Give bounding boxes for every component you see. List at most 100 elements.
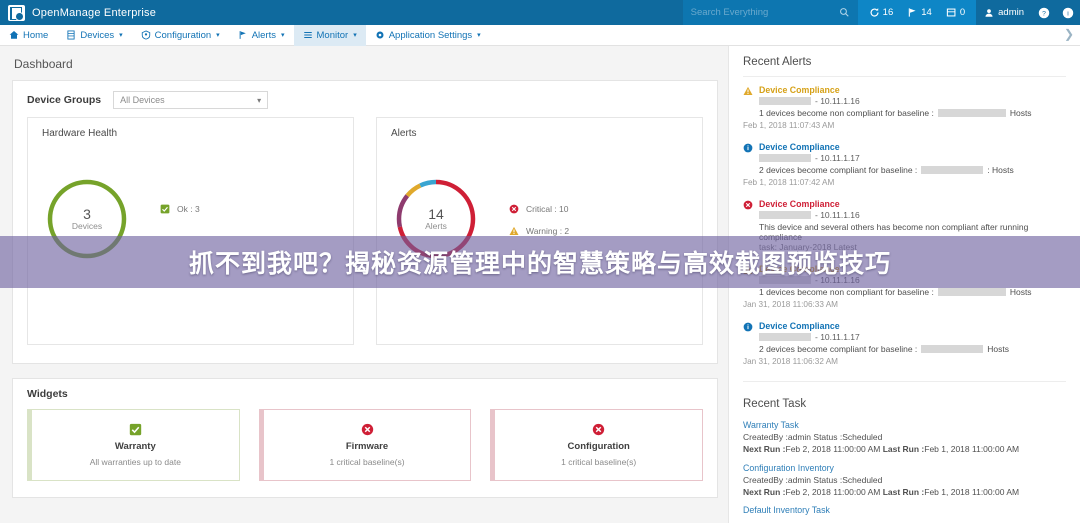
device-groups-select[interactable]: All Devices ▾ <box>113 91 269 109</box>
alert-timestamp: Feb 1, 2018 11:07:42 AM <box>743 178 835 187</box>
alert-host-ip: - 10.11.1.16 <box>815 96 860 106</box>
critical-icon <box>592 423 605 436</box>
task-last-run-label: Last Run : <box>882 486 925 497</box>
info-circle-icon <box>743 143 753 153</box>
alert-message-tail: Hosts <box>1009 287 1032 297</box>
user-icon <box>985 8 993 17</box>
alert-category: Device Compliance <box>759 199 840 209</box>
nav-item-home[interactable]: Home <box>0 25 57 46</box>
info-button[interactable]: i <box>1056 7 1080 19</box>
alert-timestamp: Feb 1, 2018 11:07:43 AM <box>743 121 835 130</box>
alert-message-text: 1 devices become non compliant for basel… <box>759 108 934 118</box>
legend-item-label: Critical : 10 <box>526 204 569 214</box>
alert-host: - 10.11.1.16 <box>743 96 1066 106</box>
warning-icon <box>743 86 753 95</box>
brand-name: OpenManage Enterprise <box>32 6 157 19</box>
nav-item-configuration[interactable]: Configuration ▾ <box>132 25 229 46</box>
help-button[interactable]: ? <box>1032 7 1056 19</box>
refresh-icon <box>870 8 879 17</box>
alert-item[interactable]: Device Compliance - 10.11.1.17 2 devices… <box>743 142 1066 196</box>
task-item[interactable]: Default Inventory Task <box>743 505 1066 523</box>
alerts-count-value: 14 <box>921 7 932 18</box>
jobs-count-indicator[interactable]: 16 <box>862 7 901 18</box>
search-box[interactable] <box>682 0 858 25</box>
redacted-baseline <box>921 345 984 353</box>
help-circle-icon: ? <box>1038 7 1050 18</box>
task-name: Default Inventory Task <box>743 505 830 516</box>
redacted-hostname <box>759 154 811 162</box>
critical-icon <box>509 204 519 214</box>
header-right-group: 16 14 0 <box>682 0 1080 25</box>
legend-item[interactable]: Ok : 3 <box>160 204 200 214</box>
chevron-down-icon: ▾ <box>119 32 123 39</box>
task-runs: Next Run :Feb 2, 2018 11:00:00 AM Last R… <box>743 443 1066 455</box>
gear-icon <box>376 31 384 39</box>
alert-category: Device Compliance <box>759 321 840 331</box>
task-item[interactable]: Warranty Task CreatedBy :admin Status :S… <box>743 420 1066 463</box>
nav-item-configuration-label: Configuration <box>154 29 212 41</box>
widget-configuration-name: Configuration <box>567 441 630 452</box>
legend-item-label: Ok : 3 <box>177 204 200 214</box>
configuration-icon <box>141 30 150 40</box>
task-last-run-label: Last Run : <box>882 444 925 455</box>
device-icon <box>946 8 956 17</box>
nav-item-devices[interactable]: Devices ▾ <box>57 25 131 46</box>
alerts-count-indicator[interactable]: 14 <box>900 7 939 18</box>
alert-message-tail: Hosts <box>1009 108 1032 118</box>
redacted-baseline <box>937 109 1006 117</box>
chevron-down-icon: ▾ <box>257 95 262 105</box>
alert-message-text: 2 devices become compliant for baseline … <box>759 165 918 175</box>
hardware-health-unit: Devices <box>71 221 103 232</box>
legend-item[interactable]: Critical : 10 <box>509 204 569 214</box>
widget-warranty-status: All warranties up to date <box>89 457 181 467</box>
legend-item-label: Warning : 2 <box>526 226 570 236</box>
nav-item-devices-label: Devices <box>80 29 115 41</box>
chevron-down-icon: ▾ <box>280 32 285 39</box>
hardware-health-value: 3 <box>83 205 91 222</box>
nav-item-monitor-label: Monitor <box>316 29 349 41</box>
devices-count-indicator[interactable]: 0 <box>939 7 972 18</box>
widget-warranty[interactable]: Warranty All warranties up to date <box>27 409 240 481</box>
device-groups-selected-value: All Devices <box>120 95 165 105</box>
collapse-icon[interactable]: ❯ <box>1064 28 1074 40</box>
flag-icon <box>239 31 246 39</box>
nav-item-application-settings[interactable]: Application Settings ▾ <box>366 25 490 46</box>
dashboard-panel: Device Groups All Devices ▾ Hardware Hea… <box>12 80 718 364</box>
chevron-down-icon: ▾ <box>353 32 357 39</box>
task-item[interactable]: Configuration Inventory CreatedBy :admin… <box>743 463 1066 506</box>
search-icon[interactable] <box>839 7 850 18</box>
widgets-panel: Widgets Warranty All warranties up to da… <box>12 378 718 498</box>
overlay-banner-text: 抓不到我吧？揭秘资源管理中的智慧策略与高效截图预览技巧 <box>188 249 891 278</box>
nav-item-alerts[interactable]: Alerts ▾ <box>229 25 294 46</box>
brand: OpenManage Enterprise <box>0 4 157 21</box>
legend-item[interactable]: Warning : 2 <box>509 226 569 236</box>
chevron-down-icon: ▾ <box>477 32 481 39</box>
alert-header: Device Compliance <box>743 142 1066 153</box>
nav-item-monitor[interactable]: Monitor ▾ <box>293 24 366 46</box>
alert-message-tail: Hosts <box>987 344 1010 354</box>
recent-alerts-title: Recent Alerts <box>743 56 812 68</box>
server-gear-icon <box>8 4 25 21</box>
user-menu[interactable]: admin <box>976 7 1032 18</box>
search-input[interactable] <box>690 7 831 18</box>
alert-host: - 10.11.1.17 <box>743 153 1066 163</box>
alert-message: 2 devices become compliant for baseline … <box>743 342 1066 354</box>
main-navigation-bar: Home Devices ▾ Configuration ▾ Alerts ▾ … <box>0 24 1080 46</box>
alerts-value: 14 <box>428 205 444 222</box>
widget-configuration-status: 1 critical baseline(s) <box>561 457 637 467</box>
alert-category: Device Compliance <box>759 142 840 152</box>
task-last-run-value: Feb 1, 2018 11:00:00 AM <box>924 486 1020 497</box>
alert-host-ip: - 10.11.1.16 <box>815 210 860 220</box>
alert-timestamp: Jan 31, 2018 11:06:32 AM <box>743 357 838 366</box>
info-circle-icon <box>743 322 753 332</box>
alert-item[interactable]: Device Compliance - 10.11.1.17 2 devices… <box>743 321 1066 375</box>
widgets-row: Warranty All warranties up to date Firmw… <box>27 409 704 481</box>
redacted-baseline <box>937 288 1006 296</box>
task-name: Warranty Task <box>743 420 799 430</box>
widget-firmware[interactable]: Firmware 1 critical baseline(s) <box>258 409 472 481</box>
widget-configuration[interactable]: Configuration 1 critical baseline(s) <box>490 409 704 481</box>
check-square-icon <box>160 204 170 214</box>
alert-item[interactable]: Device Compliance - 10.11.1.16 1 devices… <box>743 85 1066 139</box>
page-title: Dashboard <box>14 57 73 71</box>
alerts-title: Alerts <box>391 128 417 139</box>
